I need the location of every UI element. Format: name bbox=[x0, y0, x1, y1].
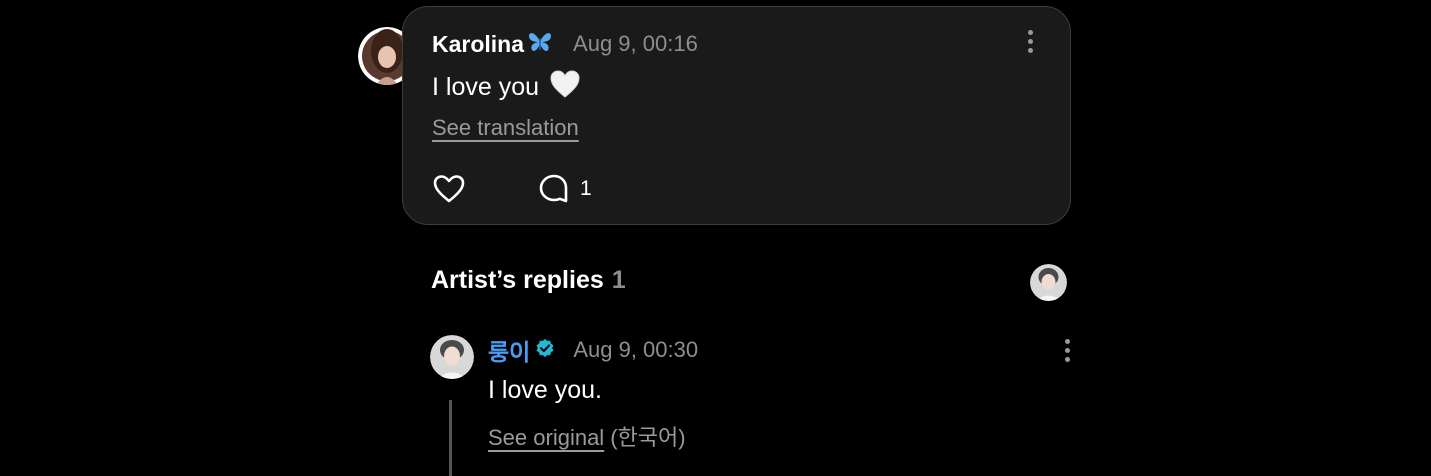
artist-reply-text: I love you. bbox=[488, 376, 602, 404]
artist-name[interactable]: 룽이 bbox=[488, 333, 530, 367]
reply-count: 1 bbox=[580, 177, 592, 200]
comment-timestamp: Aug 9, 00:16 bbox=[573, 31, 698, 56]
artist-reply-header: 룽이 Aug 9, 00:30 bbox=[488, 335, 698, 365]
comment-author-name[interactable]: Karolina bbox=[432, 31, 524, 58]
comment-body: I love you bbox=[432, 69, 581, 106]
reply-button[interactable]: 1 bbox=[538, 173, 592, 205]
butterfly-emoji-icon bbox=[527, 30, 553, 59]
like-heart-icon[interactable] bbox=[432, 174, 466, 204]
artist-reply-avatar[interactable] bbox=[430, 335, 474, 379]
artist-replies-count: 1 bbox=[611, 266, 626, 294]
see-translation-link-wrap: See translation bbox=[432, 115, 579, 141]
comment-text: I love you bbox=[432, 73, 540, 101]
artist-header-avatar[interactable] bbox=[1030, 264, 1067, 301]
comment-card: Karolina Aug 9, 00:16 I love you See tra… bbox=[402, 6, 1071, 225]
verified-icon bbox=[535, 338, 555, 363]
comment-actions: 1 bbox=[432, 174, 592, 204]
comment-header: Karolina Aug 9, 00:16 bbox=[432, 29, 698, 59]
original-language-label: (한국어) bbox=[610, 425, 686, 450]
artist-reply-timestamp: Aug 9, 00:30 bbox=[573, 337, 699, 362]
comment-thread-page: Karolina Aug 9, 00:16 I love you See tra… bbox=[0, 0, 1431, 476]
comment-more-icon[interactable] bbox=[1018, 25, 1042, 57]
see-translation-link[interactable]: See translation bbox=[432, 115, 579, 140]
comment-icon bbox=[538, 173, 570, 205]
see-original-row: See original (한국어) bbox=[488, 420, 686, 452]
artist-reply-more-icon[interactable] bbox=[1055, 334, 1079, 366]
artist-replies-header: Artist’s replies 1 bbox=[431, 266, 626, 295]
see-original-link[interactable]: See original bbox=[488, 425, 604, 450]
artist-replies-title: Artist’s replies bbox=[431, 266, 604, 294]
thread-connector-line bbox=[449, 400, 452, 476]
white-heart-emoji-icon bbox=[549, 69, 581, 106]
